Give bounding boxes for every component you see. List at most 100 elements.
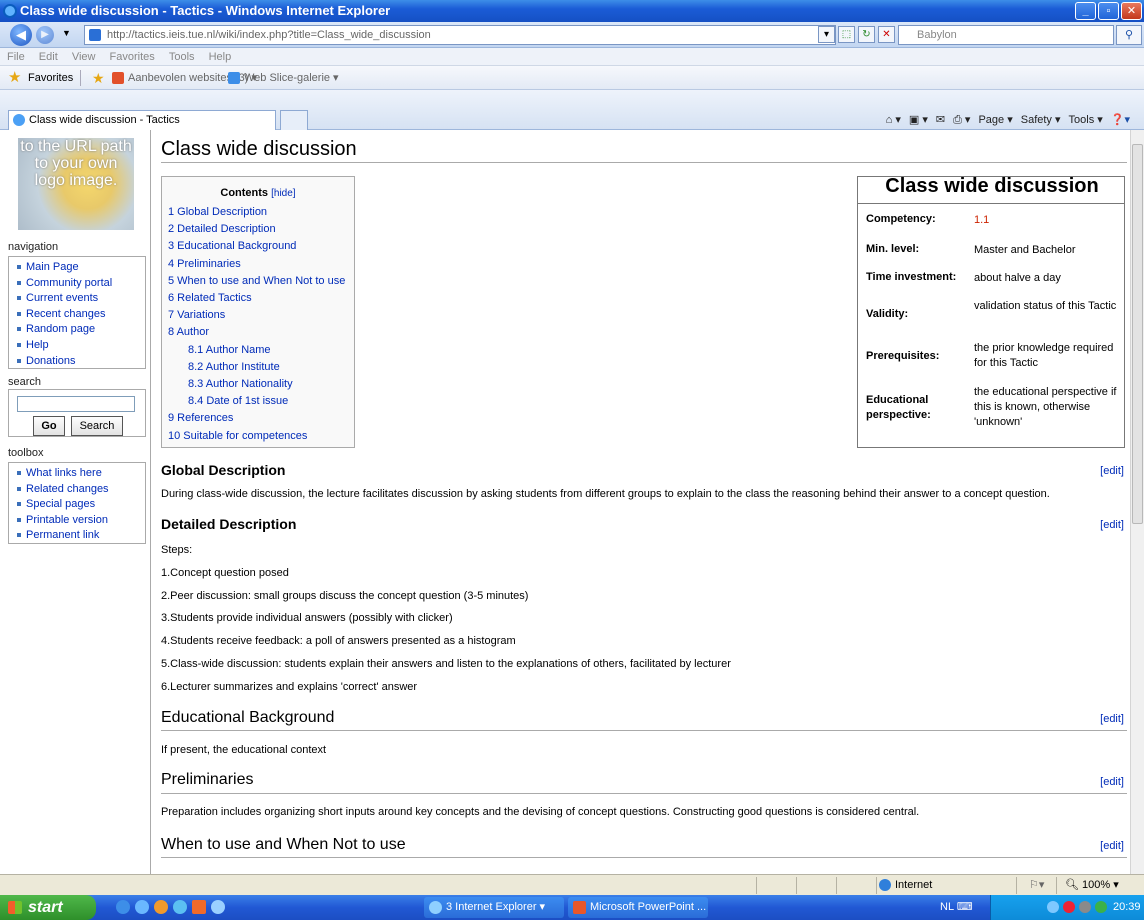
- tool-special-pages[interactable]: Special pages: [17, 497, 145, 513]
- tool-what-links-here[interactable]: What links here: [17, 466, 145, 482]
- task-internet-explorer[interactable]: 3 Internet Explorer ▾: [424, 897, 564, 918]
- toc-item[interactable]: 1 Global Description: [168, 204, 348, 221]
- quicklaunch-icon[interactable]: [154, 900, 168, 914]
- infobox: Class wide discussion Competency: 1.1 Mi…: [857, 175, 1125, 448]
- safety-menu[interactable]: Safety ▾: [1021, 111, 1061, 129]
- window-title-bar: Class wide discussion - Tactics - Window…: [0, 0, 1144, 22]
- edit-global-link[interactable]: [edit]: [1100, 465, 1124, 477]
- help-icon[interactable]: ❓▾: [1111, 111, 1130, 129]
- toc-item[interactable]: 5 When to use and When Not to use: [168, 273, 348, 290]
- address-dropdown-icon[interactable]: ▾: [818, 26, 835, 43]
- language-indicator[interactable]: NL ⌨: [940, 895, 973, 920]
- tools-menu[interactable]: Tools ▾: [1069, 111, 1103, 129]
- tray-icon[interactable]: [1047, 901, 1059, 913]
- quicklaunch-icon[interactable]: [211, 900, 225, 914]
- forward-button[interactable]: ▶: [36, 26, 54, 44]
- print-icon[interactable]: ⎙ ▾: [953, 111, 970, 129]
- edit-when-link[interactable]: [edit]: [1100, 840, 1124, 852]
- search-button[interactable]: Search: [71, 416, 123, 436]
- language-label: NL: [940, 901, 954, 913]
- toc-item[interactable]: 8.2 Author Institute: [168, 359, 348, 376]
- tab-class-wide-discussion[interactable]: Class wide discussion - Tactics: [8, 110, 276, 130]
- step-item: 1.Concept question posed: [161, 567, 289, 579]
- close-button[interactable]: ✕: [1121, 2, 1142, 20]
- home-icon[interactable]: ⌂ ▾: [886, 111, 901, 129]
- favorites-button[interactable]: Favorites: [28, 66, 73, 90]
- menu-favorites[interactable]: Favorites: [110, 51, 155, 63]
- nav-donations[interactable]: Donations: [17, 354, 145, 370]
- nav-current-events[interactable]: Current events: [17, 291, 145, 307]
- toc-item[interactable]: 9 References: [168, 410, 348, 427]
- site-logo[interactable]: to the URL path to your own logo image.: [18, 138, 134, 230]
- menu-help[interactable]: Help: [209, 51, 232, 63]
- quicklaunch-icon[interactable]: [173, 900, 187, 914]
- competency-link[interactable]: 1.1: [974, 213, 1122, 228]
- refresh-icon[interactable]: ↻: [858, 26, 875, 43]
- toc-hide-link[interactable]: [hide]: [271, 188, 295, 199]
- zoom-control[interactable]: 🔍︎ 100% ▾: [1056, 877, 1144, 894]
- quicklaunch-icon[interactable]: [192, 900, 206, 914]
- feeds-icon[interactable]: ▣ ▾: [909, 111, 928, 129]
- toc-item[interactable]: 8.4 Date of 1st issue: [168, 393, 348, 410]
- toc-item[interactable]: 8 Author: [168, 324, 348, 341]
- new-tab-button[interactable]: [280, 110, 308, 130]
- start-button[interactable]: start: [0, 895, 96, 920]
- menu-file[interactable]: File: [7, 51, 25, 63]
- webslice-link[interactable]: Web Slice-galerie ▾: [244, 66, 339, 90]
- toc-item[interactable]: 7 Variations: [168, 307, 348, 324]
- tab-label: Class wide discussion - Tactics: [29, 114, 180, 126]
- protected-mode-icon[interactable]: ⚐▾: [1016, 877, 1056, 894]
- nav-main-page[interactable]: Main Page: [17, 260, 145, 276]
- edit-detailed-link[interactable]: [edit]: [1100, 519, 1124, 531]
- toc-heading: Contents: [220, 187, 269, 199]
- sidebar-search-input[interactable]: [17, 396, 135, 412]
- tool-printable-version[interactable]: Printable version: [17, 513, 145, 529]
- scrollbar-thumb[interactable]: [1132, 144, 1143, 524]
- mail-icon[interactable]: ✉: [936, 111, 945, 129]
- quicklaunch-icon[interactable]: [135, 900, 149, 914]
- tray-icon[interactable]: [1079, 901, 1091, 913]
- minimize-button[interactable]: _: [1075, 2, 1096, 20]
- tab-row: Class wide discussion - Tactics ⌂ ▾ ▣ ▾ …: [0, 90, 1144, 130]
- quicklaunch-icon[interactable]: [116, 900, 130, 914]
- toc-item[interactable]: 4 Preliminaries: [168, 256, 348, 273]
- toc-item[interactable]: 2 Detailed Description: [168, 221, 348, 238]
- vertical-scrollbar[interactable]: [1130, 130, 1144, 874]
- tool-permanent-link[interactable]: Permanent link: [17, 528, 145, 544]
- toc-item[interactable]: 3 Educational Background: [168, 238, 348, 255]
- toc-item[interactable]: 10 Suitable for competences: [168, 428, 348, 445]
- search-box[interactable]: Babylon: [898, 25, 1114, 45]
- educational-background-heading: Educational Background: [161, 709, 335, 726]
- toc-item[interactable]: 8.3 Author Nationality: [168, 376, 348, 393]
- zoom-level: 100%: [1082, 879, 1111, 891]
- tool-related-changes[interactable]: Related changes: [17, 482, 145, 498]
- infobox-value: the educational perspective if this is k…: [974, 386, 1117, 428]
- nav-recent-changes[interactable]: Recent changes: [17, 307, 145, 323]
- menu-edit[interactable]: Edit: [39, 51, 58, 63]
- menu-tools[interactable]: Tools: [169, 51, 195, 63]
- add-favorite-icon[interactable]: ★: [92, 66, 105, 90]
- edit-prelim-link[interactable]: [edit]: [1100, 776, 1124, 788]
- webslice-icon: [228, 72, 240, 84]
- tray-icon[interactable]: [1095, 901, 1107, 913]
- infobox-label: Validity:: [866, 308, 909, 320]
- stop-icon[interactable]: ✕: [878, 26, 895, 43]
- go-button[interactable]: Go: [33, 416, 65, 436]
- maximize-button[interactable]: ▫: [1098, 2, 1119, 20]
- task-powerpoint[interactable]: Microsoft PowerPoint ...: [568, 897, 708, 918]
- back-button[interactable]: ◀: [10, 24, 32, 46]
- nav-random-page[interactable]: Random page: [17, 322, 145, 338]
- page-menu[interactable]: Page ▾: [978, 111, 1012, 129]
- compatibility-icon[interactable]: ⬚: [838, 26, 855, 43]
- search-go-icon[interactable]: ⚲: [1116, 25, 1142, 45]
- menu-view[interactable]: View: [72, 51, 96, 63]
- toc-list: 1 Global Description 2 Detailed Descripti…: [168, 204, 348, 445]
- toc-item[interactable]: 6 Related Tactics: [168, 290, 348, 307]
- edit-edu-link[interactable]: [edit]: [1100, 713, 1124, 725]
- address-field[interactable]: http://tactics.ieis.tue.nl/wiki/index.ph…: [84, 25, 836, 45]
- nav-community-portal[interactable]: Community portal: [17, 276, 145, 292]
- nav-help[interactable]: Help: [17, 338, 145, 354]
- toc-item[interactable]: 8.1 Author Name: [168, 342, 348, 359]
- tray-icon[interactable]: [1063, 901, 1075, 913]
- recent-pages-dropdown[interactable]: ▼: [62, 28, 71, 38]
